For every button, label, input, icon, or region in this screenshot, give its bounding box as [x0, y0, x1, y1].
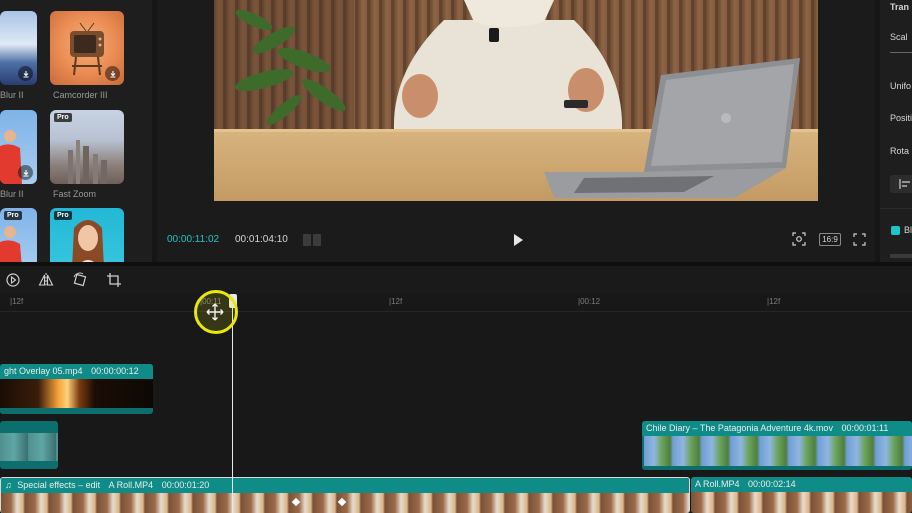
clip-name: A Roll.MP4	[108, 480, 154, 490]
clip-header: A Roll.MP4 00:00:02:14	[691, 477, 912, 492]
mirror-icon[interactable]	[38, 272, 54, 288]
clip-chile-diary[interactable]: Chile Diary – The Patagonia Adventure 4k…	[642, 421, 912, 470]
clip-thumbnails	[0, 379, 153, 408]
effect-label: Fast Zoom	[53, 189, 97, 199]
video-preview[interactable]	[214, 0, 818, 201]
clip-duration: 00:00:01:11	[841, 423, 889, 433]
clip-name: A Roll.MP4	[695, 479, 740, 489]
ruler-tick: |12f	[389, 297, 403, 306]
player-controls: 00:00:11:02 00:01:04:10 16:9	[157, 225, 875, 255]
clip-a-roll-1[interactable]: ♫ Special effects – edit A Roll.MP4 00:0…	[0, 477, 690, 513]
clip-duration: 00:00:00:12	[91, 366, 139, 376]
clip-header: ght Overlay 05.mp4 00:00:00:12	[0, 364, 153, 379]
effect-label: Blur II	[0, 189, 24, 199]
effects-icon: ♫	[5, 480, 12, 490]
divider	[880, 208, 912, 209]
clip-prefix: Special effects – edit	[17, 480, 101, 490]
panel-title: Tran	[890, 2, 910, 12]
download-icon[interactable]	[105, 66, 120, 81]
cursor-highlight	[194, 290, 238, 334]
properties-panel: Tran Scal Unifo Positi Rota Bl	[880, 0, 912, 262]
play-icon[interactable]	[511, 232, 525, 248]
row-uniform: Unifo	[890, 81, 912, 91]
screenshot-icon[interactable]	[791, 231, 807, 247]
effect-thumb-fast-zoom[interactable]: Pro	[50, 110, 124, 184]
effect-label: Blur II	[0, 90, 24, 100]
effect-thumb-blur-ii-2[interactable]	[0, 110, 37, 184]
crop-icon[interactable]	[106, 272, 122, 288]
current-timecode: 00:00:11:02	[167, 234, 220, 245]
panel-footer-text	[890, 254, 912, 258]
clip-header: Chile Diary – The Patagonia Adventure 4k…	[642, 421, 912, 436]
clip-thumbnails	[1, 493, 689, 513]
effects-library-panel: Blur II Camcorder III Pro Blur II Fast Z…	[0, 0, 152, 262]
clip-left-broll[interactable]	[0, 421, 58, 469]
clip-thumbnails	[644, 436, 912, 466]
download-icon[interactable]	[18, 165, 33, 180]
clip-name: Chile Diary – The Patagonia Adventure 4k…	[646, 423, 833, 433]
tab-underline	[890, 52, 912, 53]
reverse-icon[interactable]	[5, 272, 21, 288]
timeline-toolbar	[0, 266, 912, 294]
clip-a-roll-2[interactable]: A Roll.MP4 00:00:02:14	[691, 477, 912, 513]
clip-light-overlay[interactable]: ght Overlay 05.mp4 00:00:00:12	[0, 364, 153, 414]
ruler-tick: |00:12	[578, 297, 601, 306]
effect-thumb-camcorder-iii[interactable]	[50, 11, 124, 85]
clip-duration: 00:00:02:14	[748, 479, 796, 489]
clip-name: ght Overlay 05.mp4	[4, 366, 83, 376]
ruler-tick: |12f	[767, 297, 781, 306]
row-rotate: Rota	[890, 146, 910, 156]
download-icon[interactable]	[18, 66, 33, 81]
time-ruler[interactable]: |12f |00:11 |12f |00:12 |12f	[0, 294, 912, 312]
video-frame-illustration	[214, 0, 818, 201]
move-cursor-icon	[205, 302, 225, 322]
effect-thumb-blur-ii[interactable]	[0, 11, 37, 85]
fullscreen-icon[interactable]	[851, 231, 867, 247]
effect-label: Camcorder III	[53, 90, 108, 100]
blend-checkbox[interactable]	[891, 226, 900, 235]
effect-thumb-5[interactable]: Pro	[0, 208, 37, 262]
align-left-icon	[899, 179, 910, 189]
tab-scale[interactable]: Scal	[890, 32, 908, 42]
effect-thumb-6[interactable]: Pro	[50, 208, 124, 262]
ruler-tick: |12f	[10, 297, 24, 306]
timeline-view-icon[interactable]	[303, 233, 321, 246]
clip-duration: 00:00:01:20	[161, 480, 210, 490]
clip-thumbnails	[691, 492, 912, 513]
pro-badge: Pro	[4, 211, 22, 220]
aspect-ratio-button[interactable]: 16:9	[819, 233, 841, 246]
timeline[interactable]: |12f |00:11 |12f |00:12 |12f ght Overlay…	[0, 294, 912, 513]
row-position: Positi	[890, 113, 912, 123]
pro-badge: Pro	[54, 211, 72, 220]
clip-thumbnails	[0, 433, 58, 461]
blend-label: Bl	[904, 225, 912, 235]
rotate-icon[interactable]	[72, 272, 88, 288]
pro-badge: Pro	[54, 113, 72, 122]
clip-header: ♫ Special effects – edit A Roll.MP4 00:0…	[1, 478, 689, 493]
video-player: 00:00:11:02 00:01:04:10 16:9	[157, 0, 875, 262]
align-button[interactable]	[890, 175, 912, 193]
total-timecode: 00:01:04:10	[235, 234, 288, 245]
